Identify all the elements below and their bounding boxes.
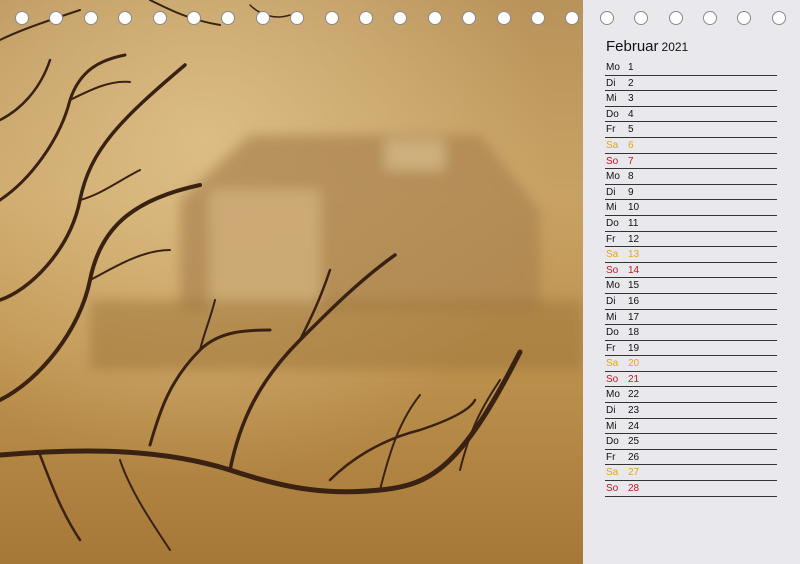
weekday-label: Di — [606, 77, 616, 89]
day-row: Sa 13 — [605, 247, 777, 263]
day-row: Fr 12 — [605, 232, 777, 248]
day-number: 6 — [628, 139, 634, 151]
day-number: 11 — [628, 217, 639, 229]
weekday-label: Do — [606, 108, 619, 120]
day-row: Do 25 — [605, 434, 777, 450]
day-row: Do 18 — [605, 325, 777, 341]
weekday-label: So — [606, 483, 619, 495]
day-number: 27 — [628, 467, 640, 479]
weekday-label: Do — [606, 217, 619, 229]
weekday-label: Sa — [606, 467, 619, 479]
weekday-label: Sa — [606, 358, 619, 370]
day-row: Mo 8 — [605, 169, 777, 185]
weekday-label: Di — [606, 186, 616, 198]
frosted-branches-photo — [0, 0, 583, 564]
day-number: 25 — [628, 436, 640, 448]
weekday-label: So — [606, 155, 619, 167]
day-number: 15 — [628, 280, 640, 292]
weekday-label: Do — [606, 436, 619, 448]
weekday-label: Mi — [606, 93, 617, 105]
calendar-photo — [0, 0, 583, 564]
day-row: Mi 24 — [605, 419, 777, 435]
day-row: Mi 10 — [605, 200, 777, 216]
day-row: Di 9 — [605, 185, 777, 201]
day-row: Fr 26 — [605, 450, 777, 466]
day-number: 20 — [628, 358, 640, 370]
day-row: Do 4 — [605, 107, 777, 123]
day-number: 4 — [628, 108, 634, 120]
day-row: So 21 — [605, 372, 777, 388]
day-row: Sa 20 — [605, 356, 777, 372]
day-number: 12 — [628, 233, 640, 245]
day-number: 7 — [628, 155, 634, 167]
weekday-label: Mi — [606, 420, 617, 432]
day-number: 18 — [628, 327, 640, 339]
day-number: 21 — [628, 373, 640, 385]
day-row: So 7 — [605, 154, 777, 170]
weekday-label: Fr — [606, 233, 616, 245]
day-row: Fr 5 — [605, 122, 777, 138]
day-row: Mo 22 — [605, 387, 777, 404]
day-row: Di 23 — [605, 403, 777, 419]
day-row: Mi 3 — [605, 91, 777, 107]
day-number: 16 — [628, 295, 640, 307]
day-row: Mo 15 — [605, 278, 777, 294]
day-number: 1 — [628, 62, 634, 73]
day-number: 22 — [628, 389, 640, 401]
day-row: Do 11 — [605, 216, 777, 232]
weekday-label: Di — [606, 405, 616, 417]
month-year: 2021 — [661, 40, 689, 54]
day-number: 5 — [628, 124, 634, 136]
weekday-label: So — [606, 373, 619, 385]
day-row: Sa 6 — [605, 138, 777, 154]
weekday-label: So — [606, 264, 619, 276]
weekday-label: Di — [606, 295, 616, 307]
weekday-label: Sa — [606, 139, 619, 151]
day-row: Fr 19 — [605, 341, 777, 357]
weekday-label: Mo — [606, 389, 620, 401]
weekday-label: Mo — [606, 62, 620, 73]
day-number: 3 — [628, 93, 634, 105]
day-row: Di 2 — [605, 76, 777, 92]
day-number: 28 — [628, 483, 640, 495]
day-row: Mo 1 — [605, 60, 777, 76]
day-row: So 14 — [605, 263, 777, 279]
day-number: 26 — [628, 451, 640, 463]
day-row: So 28 — [605, 481, 777, 497]
day-row: Mi 17 — [605, 310, 777, 326]
day-number: 10 — [628, 202, 640, 214]
day-row: Di 16 — [605, 294, 777, 310]
weekday-label: Sa — [606, 249, 619, 261]
weekday-label: Mo — [606, 280, 620, 292]
day-number: 19 — [628, 342, 640, 354]
weekday-label: Do — [606, 327, 619, 339]
weekday-label: Fr — [606, 451, 616, 463]
weekday-label: Fr — [606, 342, 616, 354]
day-row: Sa 27 — [605, 465, 777, 482]
day-number: 13 — [628, 249, 640, 261]
day-number: 24 — [628, 420, 640, 432]
month-title: Februar 2021 — [606, 38, 688, 55]
month-name: Februar — [606, 38, 659, 55]
weekday-label: Mi — [606, 311, 617, 323]
day-number: 2 — [628, 77, 634, 89]
day-list: Mo 1 Di 2 Mi 3 Do 4 Fr 5 Sa 6 So 7 Mo 8 Di 9 Mi 10 Do 11 Fr 12 S… — [605, 60, 777, 497]
day-number: 23 — [628, 405, 640, 417]
day-number: 9 — [628, 186, 634, 198]
weekday-label: Mi — [606, 202, 617, 214]
weekday-label: Mo — [606, 171, 620, 183]
day-number: 17 — [628, 311, 640, 323]
weekday-label: Fr — [606, 124, 616, 136]
day-number: 14 — [628, 264, 640, 276]
day-number: 8 — [628, 171, 634, 183]
